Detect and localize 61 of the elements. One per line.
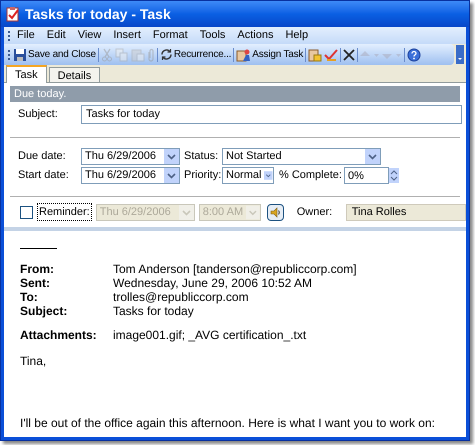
header-value: trolles@republiccorp.com xyxy=(113,290,249,304)
field-label: % Complete: xyxy=(279,168,343,184)
header-value: Wednesday, June 29, 2006 10:52 AM xyxy=(113,276,312,290)
menu-item[interactable]: Tools xyxy=(194,27,232,44)
status-dropdown[interactable]: Not Started xyxy=(222,148,381,165)
sound-button[interactable] xyxy=(266,204,284,220)
menu-item[interactable]: Format xyxy=(146,27,194,44)
priority-dropdown[interactable]: Normal xyxy=(222,167,274,184)
field-label: Due date: xyxy=(18,149,67,164)
menu-item[interactable]: Insert xyxy=(107,27,147,44)
greeting-text: Tina, xyxy=(20,354,46,368)
circular-arrows-icon xyxy=(160,48,173,61)
field-label: Priority: xyxy=(184,168,222,184)
due-date-dropdown[interactable]: Thu 6/29/2006 xyxy=(81,148,180,165)
toolbar-icon-button[interactable] xyxy=(407,46,422,64)
copy-icon xyxy=(114,48,129,62)
menu-item[interactable]: File xyxy=(11,27,41,44)
menu-item[interactable]: View xyxy=(72,27,108,44)
spinner-icon[interactable] xyxy=(389,168,399,183)
paperclip-icon xyxy=(146,48,155,62)
tab[interactable]: Task xyxy=(6,65,47,83)
grip-icon xyxy=(8,48,11,60)
info-banner: Due today. xyxy=(10,86,460,102)
scissors-icon xyxy=(100,48,113,62)
header-label: Subject: xyxy=(20,304,68,318)
header-label: From: xyxy=(20,262,55,276)
task-icon xyxy=(5,6,21,22)
help-icon xyxy=(407,48,422,62)
start-date-dropdown[interactable]: Thu 6/29/2006 xyxy=(81,167,180,184)
speaker-icon xyxy=(270,206,281,218)
clipboard-icon xyxy=(130,48,145,62)
header-label: To: xyxy=(20,290,39,304)
field-label: Reminder: xyxy=(37,202,92,222)
header-value: Tom Anderson [tanderson@republiccorp.com] xyxy=(113,262,357,276)
clipboard-icon xyxy=(308,48,322,62)
checkmark-icon xyxy=(324,48,338,62)
toolbar-button[interactable]: Save and Close xyxy=(13,46,96,64)
field-label: Owner: xyxy=(296,204,334,220)
owner-field: Tina Rolles xyxy=(346,204,466,220)
menu-item[interactable]: Edit xyxy=(40,27,72,44)
toolbar-button[interactable]: Assign Task xyxy=(236,46,304,64)
subject-field[interactable]: Tasks for today xyxy=(81,104,462,124)
toolbar-button[interactable]: Recurrence... xyxy=(160,46,232,64)
tab[interactable]: Details xyxy=(48,67,100,82)
header-label: Sent: xyxy=(20,276,51,290)
field-label: Subject: xyxy=(18,106,59,122)
grip-icon xyxy=(8,30,11,42)
toolbar-options-icon[interactable] xyxy=(456,45,464,64)
header-value: image001.gif; _AVG certification_.txt xyxy=(113,328,306,342)
delete-icon xyxy=(343,48,356,60)
field-label: Start date: xyxy=(18,168,70,184)
reminder-checkbox[interactable] xyxy=(20,206,33,218)
menu-item[interactable]: Help xyxy=(279,27,314,44)
header-value: Tasks for today xyxy=(113,304,194,318)
clipboard-person-icon xyxy=(236,48,252,62)
menu-item[interactable]: Actions xyxy=(231,27,280,44)
message-paragraph: I'll be out of the office again this afternoon. Here is what I want you to work on: xyxy=(20,416,435,430)
window-title: Tasks for today - Task xyxy=(25,4,171,24)
header-label: Attachments: xyxy=(20,328,98,342)
percent-complete-field[interactable]: 0% xyxy=(344,167,389,184)
field-label: Status: xyxy=(184,149,220,164)
